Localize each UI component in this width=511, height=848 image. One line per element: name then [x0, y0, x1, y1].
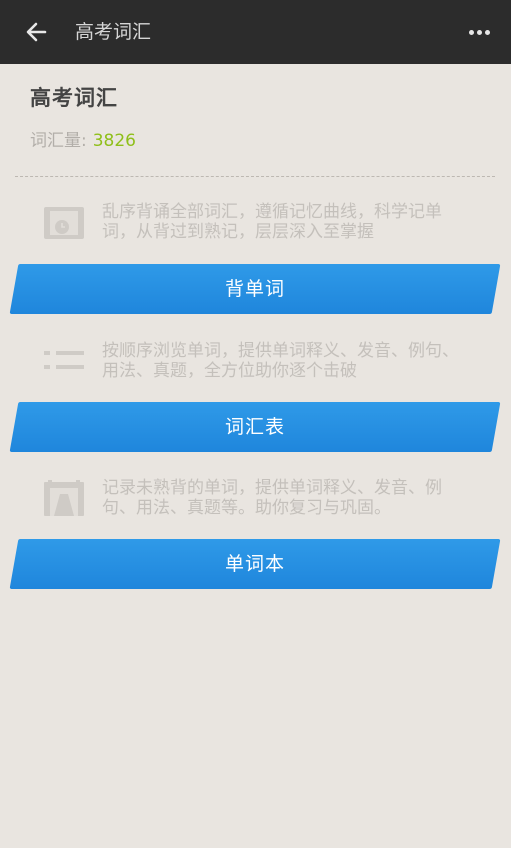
vocab-count: 词汇量: 3826 — [30, 126, 136, 151]
section-description: 按顺序浏览单词，提供单词释义、发音、例句、用法、真题，全方位助你逐个击破 — [102, 341, 459, 381]
vocab-count-value: 3826 — [92, 131, 136, 151]
vocab-list-button-label: 词汇表 — [224, 416, 285, 438]
page-title: 高考词汇 — [30, 86, 118, 110]
section-description: 记录未熟背的单词，提供单词释义、发音、例句、用法、真题等。助你复习与巩固。 — [102, 478, 442, 518]
more-button[interactable] — [463, 16, 495, 48]
calendar-clock-icon — [44, 207, 84, 239]
vocab-count-label: 词汇量: — [30, 131, 87, 151]
back-button[interactable] — [18, 14, 54, 50]
vocab-list-button[interactable]: 词汇表 — [9, 402, 501, 452]
section-description: 乱序背诵全部词汇，遵循记忆曲线，科学记单词，从背过到熟记，层层深入至掌握 — [102, 202, 442, 242]
word-book-button-label: 单词本 — [224, 553, 285, 575]
memorize-button-label: 背单词 — [224, 278, 285, 300]
notebook-icon — [44, 480, 84, 516]
vocab-header: 高考词汇 词汇量: 3826 — [30, 82, 136, 151]
memorize-button[interactable]: 背单词 — [9, 264, 501, 314]
back-arrow-icon — [26, 22, 47, 42]
list-icon — [44, 351, 84, 369]
more-dots-icon — [467, 29, 491, 35]
divider — [15, 176, 495, 177]
word-book-button[interactable]: 单词本 — [9, 539, 501, 589]
topbar-title: 高考词汇 — [75, 21, 152, 43]
top-bar: 高考词汇 — [0, 0, 511, 64]
